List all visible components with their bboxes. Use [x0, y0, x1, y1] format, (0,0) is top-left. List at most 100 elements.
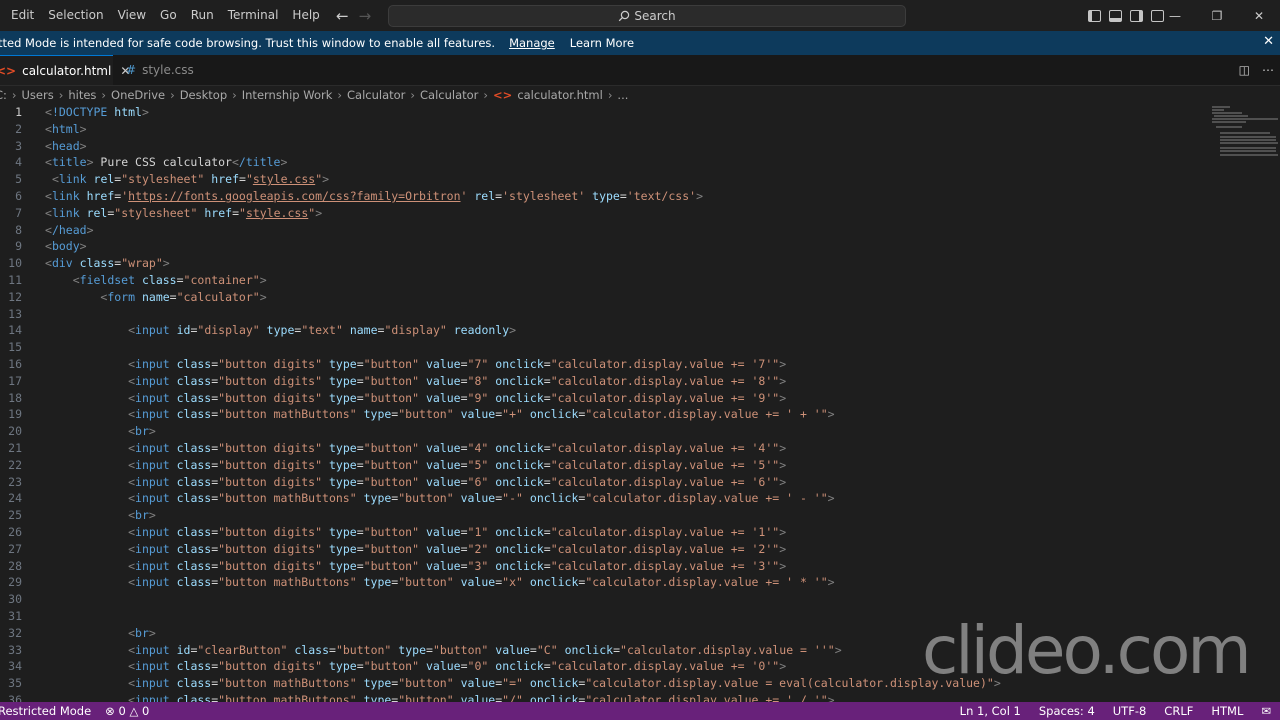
- minimize-icon[interactable]: —: [1154, 9, 1196, 23]
- line-number: 6: [15, 189, 22, 203]
- menu-terminal[interactable]: Terminal: [221, 0, 286, 31]
- menu-edit[interactable]: Edit: [4, 0, 41, 31]
- line-number: 34: [8, 659, 22, 674]
- line-code: <input class="button digits" type="butto…: [128, 373, 787, 388]
- breadcrumb-item[interactable]: Desktop: [180, 88, 227, 102]
- tab-calculator-html[interactable]: <> calculator.html ✕: [0, 55, 130, 85]
- manage-link[interactable]: Manage: [509, 36, 555, 50]
- line-number: 19: [8, 407, 22, 422]
- code-line[interactable]: 26 <input class="button digits" type="bu…: [0, 524, 1210, 541]
- code-line[interactable]: 23 <input class="button digits" type="bu…: [0, 474, 1210, 491]
- code-line[interactable]: 16 <input class="button digits" type="bu…: [0, 356, 1210, 373]
- line-code: <br>: [128, 508, 156, 523]
- minimap[interactable]: [1210, 104, 1280, 164]
- restricted-mode-indicator[interactable]: Restricted Mode: [0, 704, 97, 718]
- code-line[interactable]: 22 <input class="button digits" type="bu…: [0, 457, 1210, 474]
- tab-label: calculator.html: [22, 63, 112, 78]
- back-arrow-icon[interactable]: ←: [336, 7, 349, 25]
- toggle-secondary-sidebar-icon[interactable]: [1130, 9, 1143, 22]
- indentation[interactable]: Spaces: 4: [1030, 704, 1104, 718]
- code-line[interactable]: 19 <input class="button mathButtons" typ…: [0, 406, 1210, 423]
- toggle-panel-icon[interactable]: [1109, 9, 1122, 22]
- code-line[interactable]: 17 <input class="button digits" type="bu…: [0, 373, 1210, 390]
- breadcrumb-item[interactable]: calculator.html: [517, 88, 603, 102]
- code-line[interactable]: 21 <input class="button digits" type="bu…: [0, 440, 1210, 457]
- code-line[interactable]: 12 <form name="calculator">: [0, 289, 1210, 306]
- menu-bar: Edit Selection View Go Run Terminal Help: [0, 0, 327, 31]
- line-number: 16: [8, 357, 22, 371]
- close-window-icon[interactable]: ✕: [1238, 9, 1280, 23]
- command-center-search[interactable]: Search: [388, 5, 906, 27]
- maximize-icon[interactable]: ❐: [1196, 9, 1238, 23]
- menu-help[interactable]: Help: [285, 0, 326, 31]
- notifications-icon[interactable]: ✉: [1252, 704, 1280, 718]
- line-number: 4: [15, 155, 22, 170]
- code-line[interactable]: 4 <title> Pure CSS calculator</title>: [0, 154, 1210, 171]
- breadcrumb-item[interactable]: Calculator: [420, 88, 478, 102]
- tab-label: style.css: [142, 63, 194, 77]
- breadcrumb-item[interactable]: OneDrive: [111, 88, 165, 102]
- code-line[interactable]: 14 <input id="display" type="text" name=…: [0, 322, 1210, 339]
- breadcrumb-item[interactable]: Internship Work: [242, 88, 333, 102]
- breadcrumb-item[interactable]: ...: [617, 88, 628, 102]
- code-line[interactable]: 27 <input class="button digits" type="bu…: [0, 541, 1210, 558]
- line-code: <input class="button mathButtons" type="…: [128, 407, 835, 422]
- forward-arrow-icon[interactable]: →: [359, 7, 372, 25]
- split-editor-icon[interactable]: ◫: [1239, 63, 1250, 77]
- search-label: Search: [634, 9, 676, 23]
- line-code: <fieldset class="container">: [72, 273, 267, 287]
- breadcrumb-item[interactable]: Users: [22, 88, 54, 102]
- line-number: 35: [8, 676, 22, 691]
- problems-indicator[interactable]: ⊗ 0 △ 0: [97, 704, 149, 718]
- code-line[interactable]: 20 <br>: [0, 423, 1210, 440]
- code-line[interactable]: 8 </head>: [0, 222, 1210, 239]
- code-line[interactable]: 10 <div class="wrap">: [0, 255, 1210, 272]
- line-number: 12: [8, 289, 22, 304]
- breadcrumb-item[interactable]: Calculator: [347, 88, 405, 102]
- menu-selection[interactable]: Selection: [41, 0, 110, 31]
- code-line[interactable]: 18 <input class="button digits" type="bu…: [0, 390, 1210, 407]
- chevron-right-icon: ›: [58, 88, 64, 102]
- html-file-icon: <>: [0, 63, 17, 78]
- line-code: <!DOCTYPE html>: [45, 105, 149, 119]
- code-line[interactable]: 2 <html>: [0, 121, 1210, 138]
- code-line[interactable]: 11 <fieldset class="container">: [0, 272, 1210, 289]
- menu-go[interactable]: Go: [153, 0, 184, 31]
- code-line[interactable]: 6 <link href='https://fonts.googleapis.co…: [0, 188, 1210, 205]
- code-line[interactable]: 9 <body>: [0, 238, 1210, 255]
- cursor-position[interactable]: Ln 1, Col 1: [951, 704, 1030, 718]
- menu-view[interactable]: View: [111, 0, 153, 31]
- code-line[interactable]: 3 <head>: [0, 138, 1210, 155]
- code-line[interactable]: 5 <link rel="stylesheet" href="style.css…: [0, 171, 1210, 188]
- tab-style-css[interactable]: # style.css: [114, 55, 224, 85]
- editor-tabs: <> calculator.html ✕ # style.css: [0, 55, 1280, 86]
- line-number: 17: [8, 373, 22, 388]
- breadcrumb-item[interactable]: hites: [68, 88, 96, 102]
- line-number: 27: [8, 541, 22, 556]
- breadcrumb-item[interactable]: C:: [0, 88, 7, 102]
- learn-more-link[interactable]: Learn More: [570, 36, 634, 50]
- code-line[interactable]: 24 <input class="button mathButtons" typ…: [0, 490, 1210, 507]
- code-line[interactable]: 13: [0, 306, 1210, 323]
- error-icon: ⊗: [105, 704, 115, 718]
- line-code: <form name="calculator">: [100, 289, 267, 304]
- code-line[interactable]: 7 <link rel="stylesheet" href="style.css"…: [0, 205, 1210, 222]
- code-line[interactable]: 36 <input class="button mathButtons" typ…: [0, 692, 1210, 702]
- toggle-primary-sidebar-icon[interactable]: [1088, 9, 1101, 22]
- chevron-right-icon: ›: [11, 88, 17, 102]
- menu-run[interactable]: Run: [184, 0, 221, 31]
- code-line[interactable]: 25 <br>: [0, 507, 1210, 524]
- line-number: 14: [8, 323, 22, 338]
- code-line[interactable]: 15: [0, 339, 1210, 356]
- more-actions-icon[interactable]: ⋯: [1262, 63, 1274, 77]
- code-line[interactable]: 28 <input class="button digits" type="bu…: [0, 558, 1210, 575]
- line-endings[interactable]: CRLF: [1155, 704, 1202, 718]
- line-number: 7: [15, 205, 22, 220]
- code-line[interactable]: 1 <!DOCTYPE html>: [0, 104, 1210, 121]
- code-line[interactable]: 29 <input class="button mathButtons" typ…: [0, 574, 1210, 591]
- code-line[interactable]: 30: [0, 591, 1210, 608]
- close-icon[interactable]: ✕: [1263, 34, 1274, 49]
- language-mode[interactable]: HTML: [1202, 704, 1252, 718]
- encoding[interactable]: UTF-8: [1104, 704, 1156, 718]
- line-code: <div class="wrap">: [45, 256, 170, 271]
